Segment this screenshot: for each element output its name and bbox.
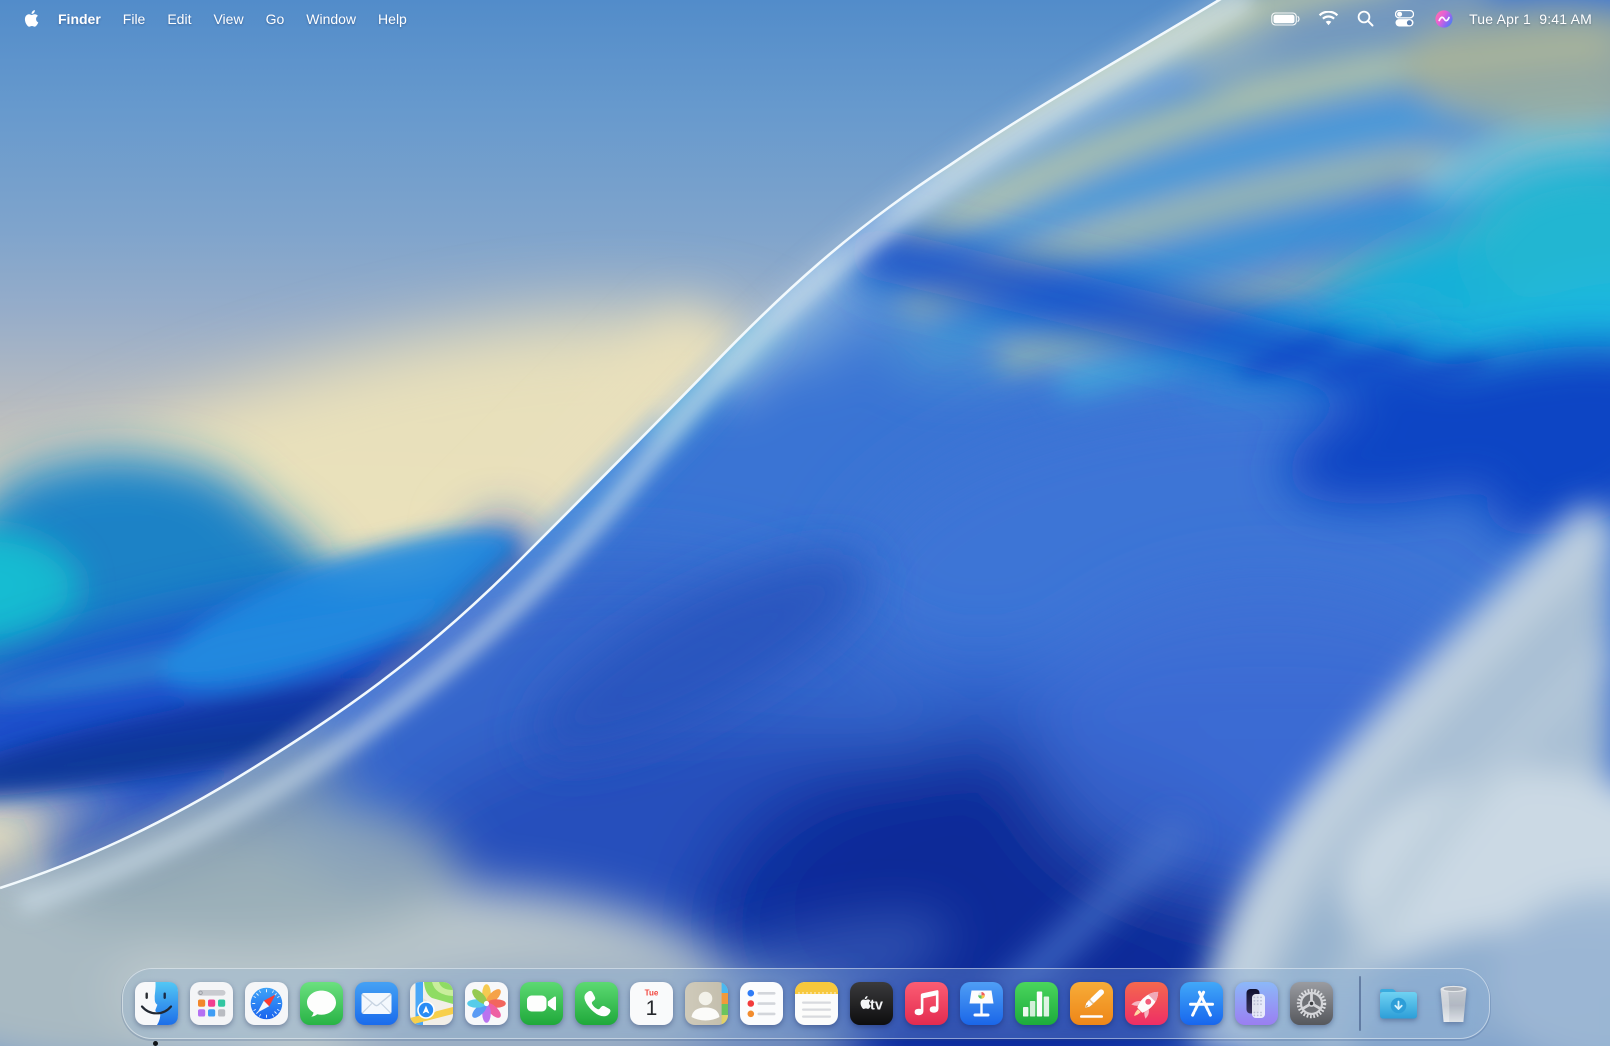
svg-text:tv: tv (870, 998, 883, 1014)
svg-text:1: 1 (645, 997, 657, 1020)
